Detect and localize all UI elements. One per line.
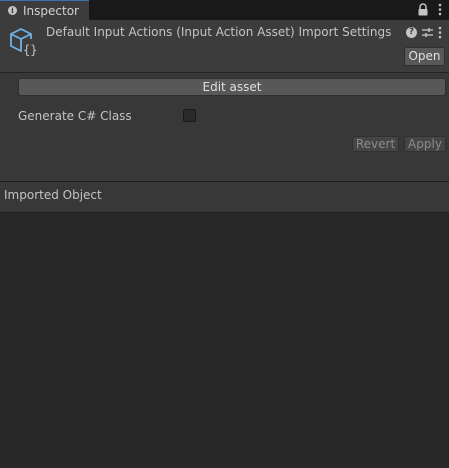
- generate-class-label: Generate C# Class: [18, 109, 132, 123]
- help-icon[interactable]: ?: [406, 27, 417, 38]
- menu-dots-icon[interactable]: [437, 26, 443, 39]
- generate-class-checkbox[interactable]: [183, 109, 196, 122]
- edit-asset-button[interactable]: Edit asset: [18, 78, 446, 96]
- svg-text:{}: {}: [23, 43, 37, 57]
- imported-object-title: Imported Object: [4, 188, 102, 202]
- info-icon: i: [8, 6, 17, 15]
- revert-button[interactable]: Revert: [352, 136, 399, 152]
- tab-inspector[interactable]: i Inspector: [0, 0, 89, 20]
- open-button[interactable]: Open: [404, 47, 445, 66]
- importer-settings-panel: Edit asset Generate C# Class Revert Appl…: [0, 73, 449, 182]
- imported-object-header: Imported Object: [0, 182, 449, 213]
- tab-inspector-label: Inspector: [23, 4, 79, 18]
- imported-object-body: [0, 213, 449, 468]
- tab-menu-icon[interactable]: [437, 3, 443, 16]
- presets-icon[interactable]: [421, 26, 434, 39]
- lock-icon[interactable]: [417, 3, 429, 16]
- input-action-asset-icon: {}: [10, 28, 37, 57]
- header-title: Default Input Actions (Input Action Asse…: [46, 25, 392, 39]
- inspector-header: {} Default Input Actions (Input Action A…: [0, 20, 449, 73]
- tab-bar: i Inspector: [0, 0, 449, 20]
- apply-button[interactable]: Apply: [404, 136, 446, 152]
